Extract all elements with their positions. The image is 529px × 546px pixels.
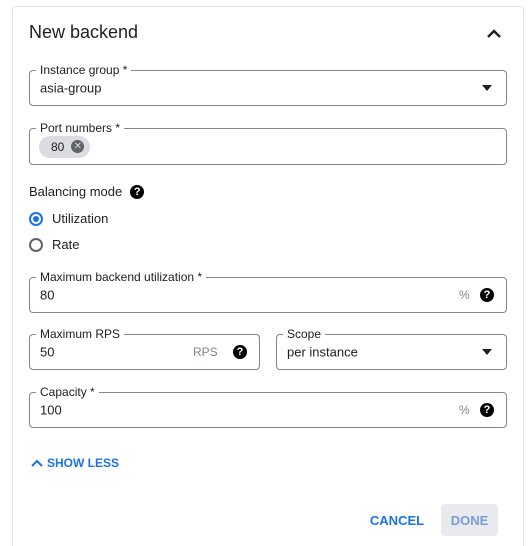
remove-chip-icon[interactable]: ✕ bbox=[71, 140, 85, 153]
chevron-up-icon bbox=[487, 29, 501, 38]
balancing-mode-heading: Balancing mode ? bbox=[29, 184, 145, 199]
instance-group-select[interactable]: Instance group * asia-group bbox=[29, 63, 507, 106]
max-backend-utilization-input[interactable]: Maximum backend utilization * 80 % ? bbox=[29, 270, 507, 313]
radio-utilization[interactable]: Utilization bbox=[29, 211, 108, 226]
collapse-button[interactable] bbox=[482, 22, 506, 46]
instance-group-value: asia-group bbox=[40, 80, 102, 96]
capacity-input[interactable]: Capacity * 100 % ? bbox=[29, 385, 507, 428]
cancel-button[interactable]: CANCEL bbox=[362, 504, 432, 536]
instance-group-label: Instance group * bbox=[36, 63, 132, 77]
capacity-label: Capacity * bbox=[36, 385, 99, 399]
port-numbers-field[interactable]: Port numbers * 80 ✕ bbox=[29, 121, 507, 165]
help-icon[interactable]: ? bbox=[480, 288, 494, 302]
scope-label: Scope bbox=[283, 327, 326, 341]
max-backend-utilization-label: Maximum backend utilization * bbox=[36, 270, 207, 284]
percent-unit: % bbox=[459, 403, 470, 417]
max-rps-label: Maximum RPS bbox=[36, 327, 125, 341]
help-icon[interactable]: ? bbox=[233, 345, 247, 359]
radio-rate[interactable]: Rate bbox=[29, 237, 79, 252]
help-icon[interactable]: ? bbox=[130, 184, 145, 199]
port-chip-label: 80 bbox=[51, 139, 65, 154]
percent-unit: % bbox=[459, 288, 470, 302]
max-rps-input[interactable]: Maximum RPS 50 RPS ? bbox=[29, 327, 260, 370]
radio-checked-icon bbox=[29, 211, 43, 226]
max-backend-utilization-value: 80 bbox=[40, 287, 55, 303]
port-numbers-label: Port numbers * bbox=[36, 121, 125, 135]
radio-rate-label: Rate bbox=[52, 237, 80, 252]
radio-utilization-label: Utilization bbox=[52, 211, 109, 226]
dropdown-caret-icon bbox=[482, 349, 492, 355]
done-button[interactable]: DONE bbox=[441, 504, 498, 536]
scope-select[interactable]: Scope per instance bbox=[276, 327, 507, 370]
dropdown-caret-icon bbox=[482, 85, 492, 91]
capacity-value: 100 bbox=[40, 402, 62, 418]
rps-unit: RPS bbox=[193, 345, 218, 359]
scope-value: per instance bbox=[287, 344, 358, 360]
radio-unchecked-icon bbox=[29, 237, 43, 252]
panel-title: New backend bbox=[29, 22, 139, 42]
show-less-link[interactable]: SHOW LESS bbox=[31, 456, 119, 470]
balancing-mode-label: Balancing mode bbox=[29, 184, 123, 199]
chevron-up-icon bbox=[31, 459, 43, 467]
max-rps-value: 50 bbox=[40, 344, 55, 360]
port-chip: 80 ✕ bbox=[39, 135, 91, 158]
help-icon[interactable]: ? bbox=[480, 403, 494, 417]
show-less-label: SHOW LESS bbox=[47, 456, 120, 470]
